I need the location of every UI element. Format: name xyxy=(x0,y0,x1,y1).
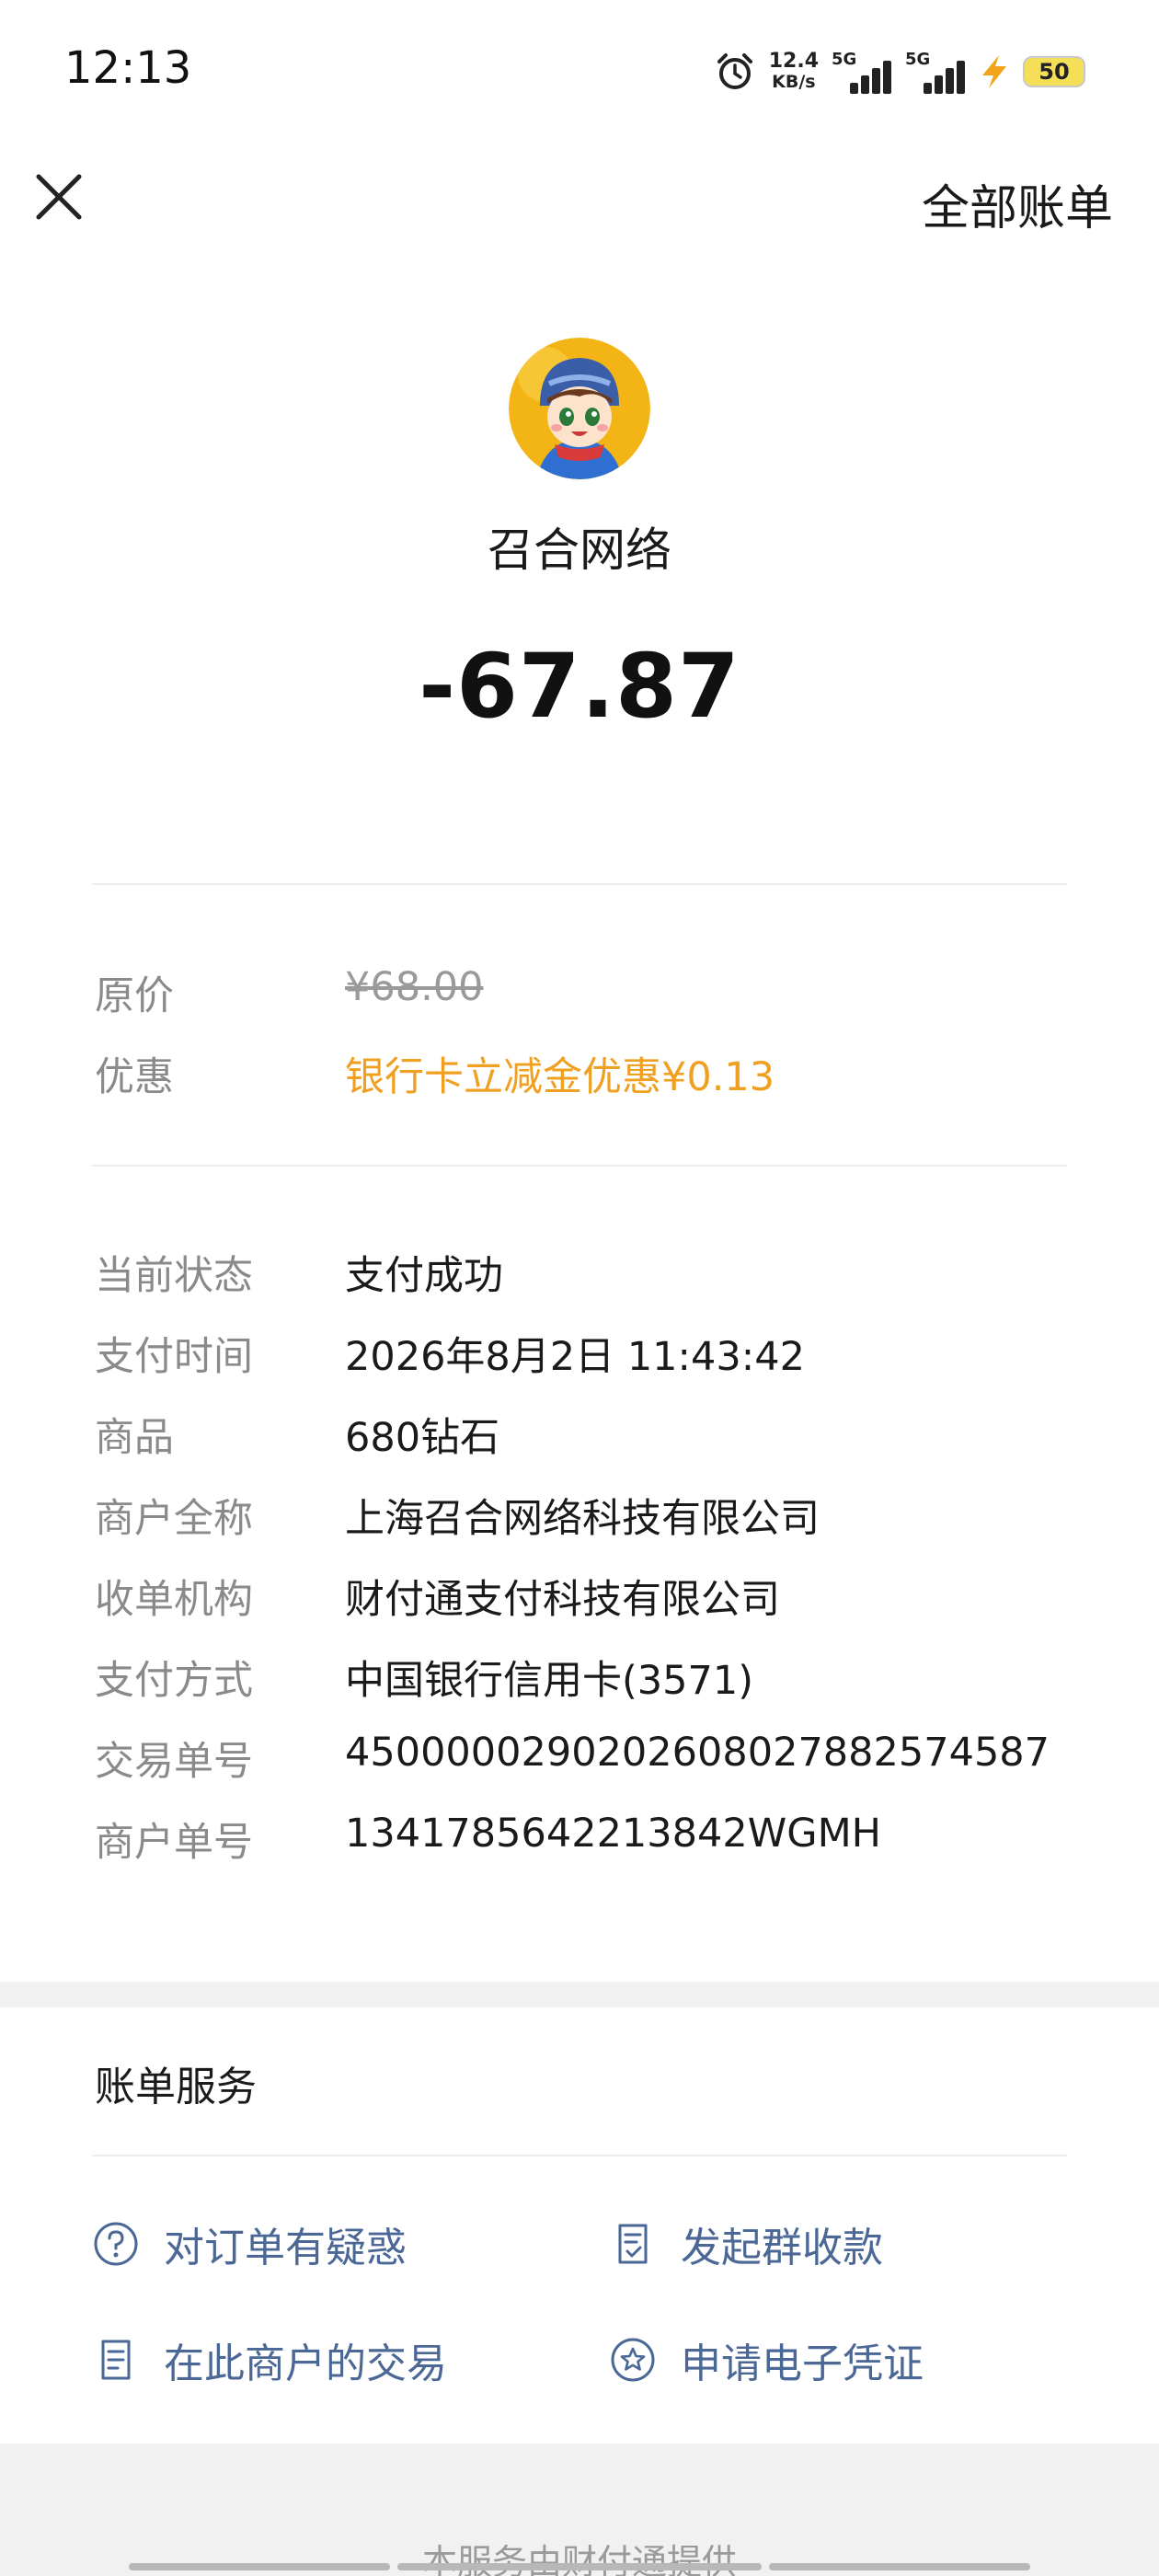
detail-label-merchant-fullname: 商户全称 xyxy=(95,1496,253,1542)
all-bills-link[interactable]: 全部账单 xyxy=(922,169,1113,238)
status-bar: 12:13 12.4 KB/s 5G 5G 50 xyxy=(0,0,1159,138)
detail-label-status: 当前状态 xyxy=(95,1253,253,1299)
original-price-label: 原价 xyxy=(95,973,174,1019)
merchant-name: 召合网络 xyxy=(488,523,671,577)
status-time: 12:13 xyxy=(64,42,192,94)
e-voucher-label: 申请电子凭证 xyxy=(681,2340,924,2387)
divider xyxy=(92,2155,1067,2156)
original-price-value: ¥68.00 xyxy=(345,964,484,1010)
divider xyxy=(92,1165,1067,1167)
close-icon xyxy=(36,174,82,220)
detail-value-acquirer: 财付通支付科技有限公司 xyxy=(345,1577,780,1623)
detail-value-merchant-order-id: 1341785642213842WGMH xyxy=(345,1811,881,1857)
group-collect-button[interactable]: 发起群收款 xyxy=(609,2212,883,2276)
detail-label-acquirer: 收单机构 xyxy=(95,1577,253,1623)
detail-label-merchant-order-id: 商户单号 xyxy=(95,1820,253,1866)
question-circle-icon xyxy=(94,2222,138,2266)
order-question-label: 对订单有疑惑 xyxy=(164,2225,407,2271)
bill-service-title: 账单服务 xyxy=(95,2064,257,2110)
merchant-transactions-label: 在此商户的交易 xyxy=(164,2340,447,2387)
signal-sim1-icon: 5G xyxy=(832,50,892,94)
section-separator xyxy=(0,1982,1159,2007)
star-badge-icon xyxy=(611,2338,655,2382)
detail-label-product: 商品 xyxy=(95,1415,174,1461)
signal-sim1-label: 5G xyxy=(832,50,857,69)
detail-value-status: 支付成功 xyxy=(345,1253,503,1299)
charging-bolt-icon xyxy=(982,55,1006,88)
signal-sim2-icon: 5G xyxy=(905,50,966,94)
divider xyxy=(92,883,1067,885)
network-speed: 12.4 KB/s xyxy=(768,50,819,93)
detail-label-pay-method: 支付方式 xyxy=(95,1658,253,1704)
detail-value-pay-method: 中国银行信用卡(3571) xyxy=(345,1658,753,1704)
gesture-bar xyxy=(129,2563,390,2570)
status-icons: 12.4 KB/s 5G 5G 50 xyxy=(714,44,1085,99)
order-question-button[interactable]: 对订单有疑惑 xyxy=(92,2212,407,2276)
battery-indicator: 50 xyxy=(1023,56,1085,87)
group-collect-icon xyxy=(618,2224,648,2264)
alarm-icon xyxy=(717,53,752,89)
group-collect-label: 发起群收款 xyxy=(681,2225,883,2271)
detail-value-product: 680钻石 xyxy=(345,1415,500,1461)
detail-value-pay-time: 2026年8月2日 11:43:42 xyxy=(345,1334,805,1380)
document-list-icon xyxy=(101,2340,131,2380)
detail-label-pay-time: 支付时间 xyxy=(95,1334,253,1380)
gesture-bar xyxy=(397,2563,762,2570)
merchant-avatar xyxy=(509,338,650,479)
discount-value: 银行卡立减金优惠¥0.13 xyxy=(345,1054,775,1100)
network-speed-unit: KB/s xyxy=(772,72,816,92)
bill-detail-page: 12:13 12.4 KB/s 5G 5G 50 全部账单 召合网络 -67.8… xyxy=(0,0,1159,2576)
detail-value-merchant-fullname: 上海召合网络科技有限公司 xyxy=(345,1496,820,1542)
e-voucher-button[interactable]: 申请电子凭证 xyxy=(609,2328,924,2392)
payment-amount: -67.87 xyxy=(419,635,740,738)
discount-label: 优惠 xyxy=(95,1054,174,1100)
close-button[interactable] xyxy=(31,169,86,224)
merchant-transactions-button[interactable]: 在此商户的交易 xyxy=(92,2328,447,2392)
network-speed-value: 12.4 xyxy=(768,50,819,73)
gesture-bar xyxy=(769,2563,1030,2570)
detail-value-transaction-id: 4500000290202608027882574587 xyxy=(345,1730,1050,1776)
signal-sim2-label: 5G xyxy=(905,50,931,69)
detail-label-transaction-id: 交易单号 xyxy=(95,1739,253,1785)
